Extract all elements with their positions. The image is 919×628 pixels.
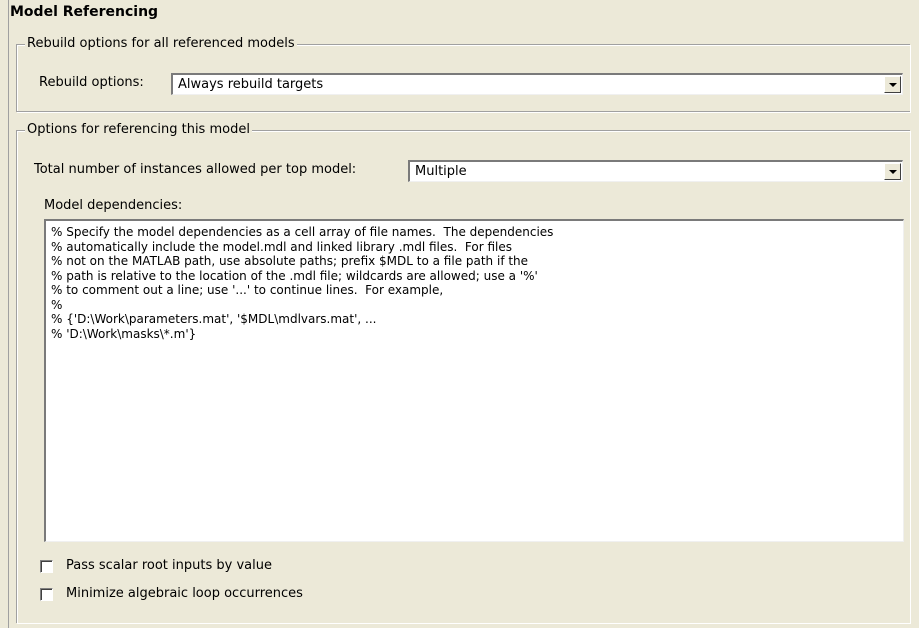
dependency-text-line: % {'D:\Work\parameters.mat', '$MDL\mdlva… — [51, 312, 377, 326]
model-dependencies-textarea[interactable]: % Specify the model dependencies as a ce… — [44, 219, 904, 542]
model-dependencies-label: Model dependencies: — [44, 198, 183, 213]
pass-scalar-root-checkbox[interactable] — [40, 560, 53, 573]
instances-dropdown[interactable]: Multiple — [408, 160, 903, 182]
chevron-down-icon — [889, 170, 897, 174]
dependency-text-line: % automatically include the model.mdl an… — [51, 239, 513, 254]
dropdown-arrow-button[interactable] — [884, 163, 901, 180]
dependency-text-line: % — [51, 297, 63, 312]
page-title: Model Referencing — [10, 4, 159, 20]
dependency-text-line: % path is relative to the location of th… — [51, 268, 538, 283]
dependency-text-line: % Specify the model dependencies as a ce… — [51, 225, 554, 239]
dependency-text-line: % not on the MATLAB path, use absolute p… — [51, 254, 529, 268]
rebuild-options-label: Rebuild options: — [39, 75, 144, 90]
dropdown-arrow-button[interactable] — [884, 76, 901, 93]
chevron-down-icon — [889, 83, 897, 87]
rebuild-options-group: Rebuild options for all referenced model… — [16, 36, 910, 112]
instances-label: Total number of instances allowed per to… — [34, 162, 357, 177]
instances-value: Multiple — [415, 164, 467, 179]
rebuild-options-value: Always rebuild targets — [178, 77, 324, 92]
pass-scalar-root-label[interactable]: Pass scalar root inputs by value — [66, 558, 272, 573]
rebuild-group-legend: Rebuild options for all referenced model… — [25, 36, 297, 51]
minimize-algebraic-loop-checkbox[interactable] — [40, 588, 53, 601]
rebuild-options-dropdown[interactable]: Always rebuild targets — [171, 73, 903, 95]
referencing-group-legend: Options for referencing this model — [25, 122, 252, 137]
dependency-text-line: % to comment out a line; use '...' to co… — [51, 283, 444, 297]
dependency-text-line: % 'D:\Work\masks\*.m'} — [51, 326, 197, 341]
minimize-algebraic-loop-label[interactable]: Minimize algebraic loop occurrences — [66, 586, 303, 601]
